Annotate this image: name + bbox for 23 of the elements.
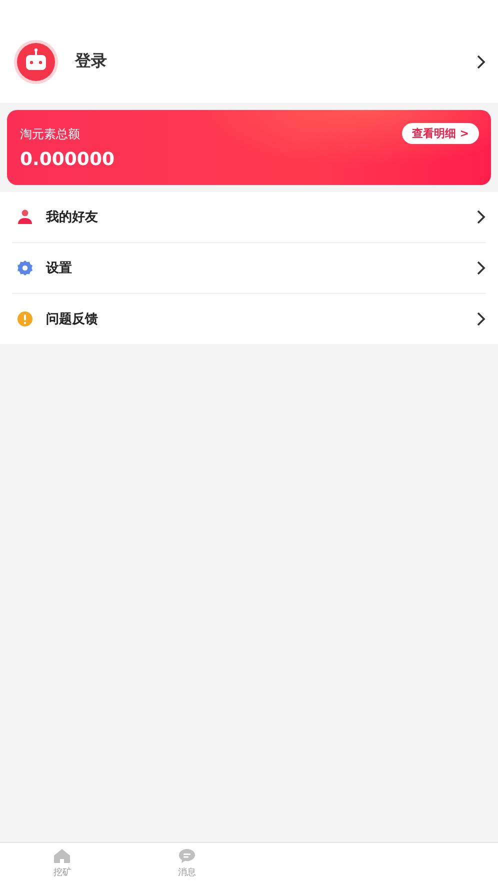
menu-item[interactable]: 设置 xyxy=(0,243,498,293)
person-icon xyxy=(17,209,33,225)
menu-label: 问题反馈 xyxy=(46,311,99,328)
chevron-right-icon xyxy=(476,311,486,327)
tab-label: 消息 xyxy=(178,866,196,879)
view-details-button[interactable]: 查看明细 > xyxy=(402,123,479,144)
balance-amount: 0.000000 xyxy=(20,148,115,170)
chevron-right-icon xyxy=(476,209,486,225)
tab-label: 挖矿 xyxy=(53,866,72,879)
chevron-right-icon xyxy=(476,54,486,70)
menu-label: 我的好友 xyxy=(46,209,99,226)
balance-title: 淘元素总额 xyxy=(20,126,81,142)
menu-label: 设置 xyxy=(46,260,73,277)
robot-avatar-icon xyxy=(14,40,58,84)
menu-item[interactable]: 我的好友 xyxy=(0,192,498,242)
chat-bubble-icon xyxy=(178,848,196,864)
warning-icon xyxy=(17,311,33,327)
menu-item[interactable]: 问题反馈 xyxy=(0,294,498,344)
settings-icon xyxy=(17,260,33,276)
home-icon xyxy=(53,848,72,864)
chevron-right-icon xyxy=(476,260,486,276)
login-row[interactable]: 登录 xyxy=(0,0,498,103)
login-label: 登录 xyxy=(75,51,108,72)
